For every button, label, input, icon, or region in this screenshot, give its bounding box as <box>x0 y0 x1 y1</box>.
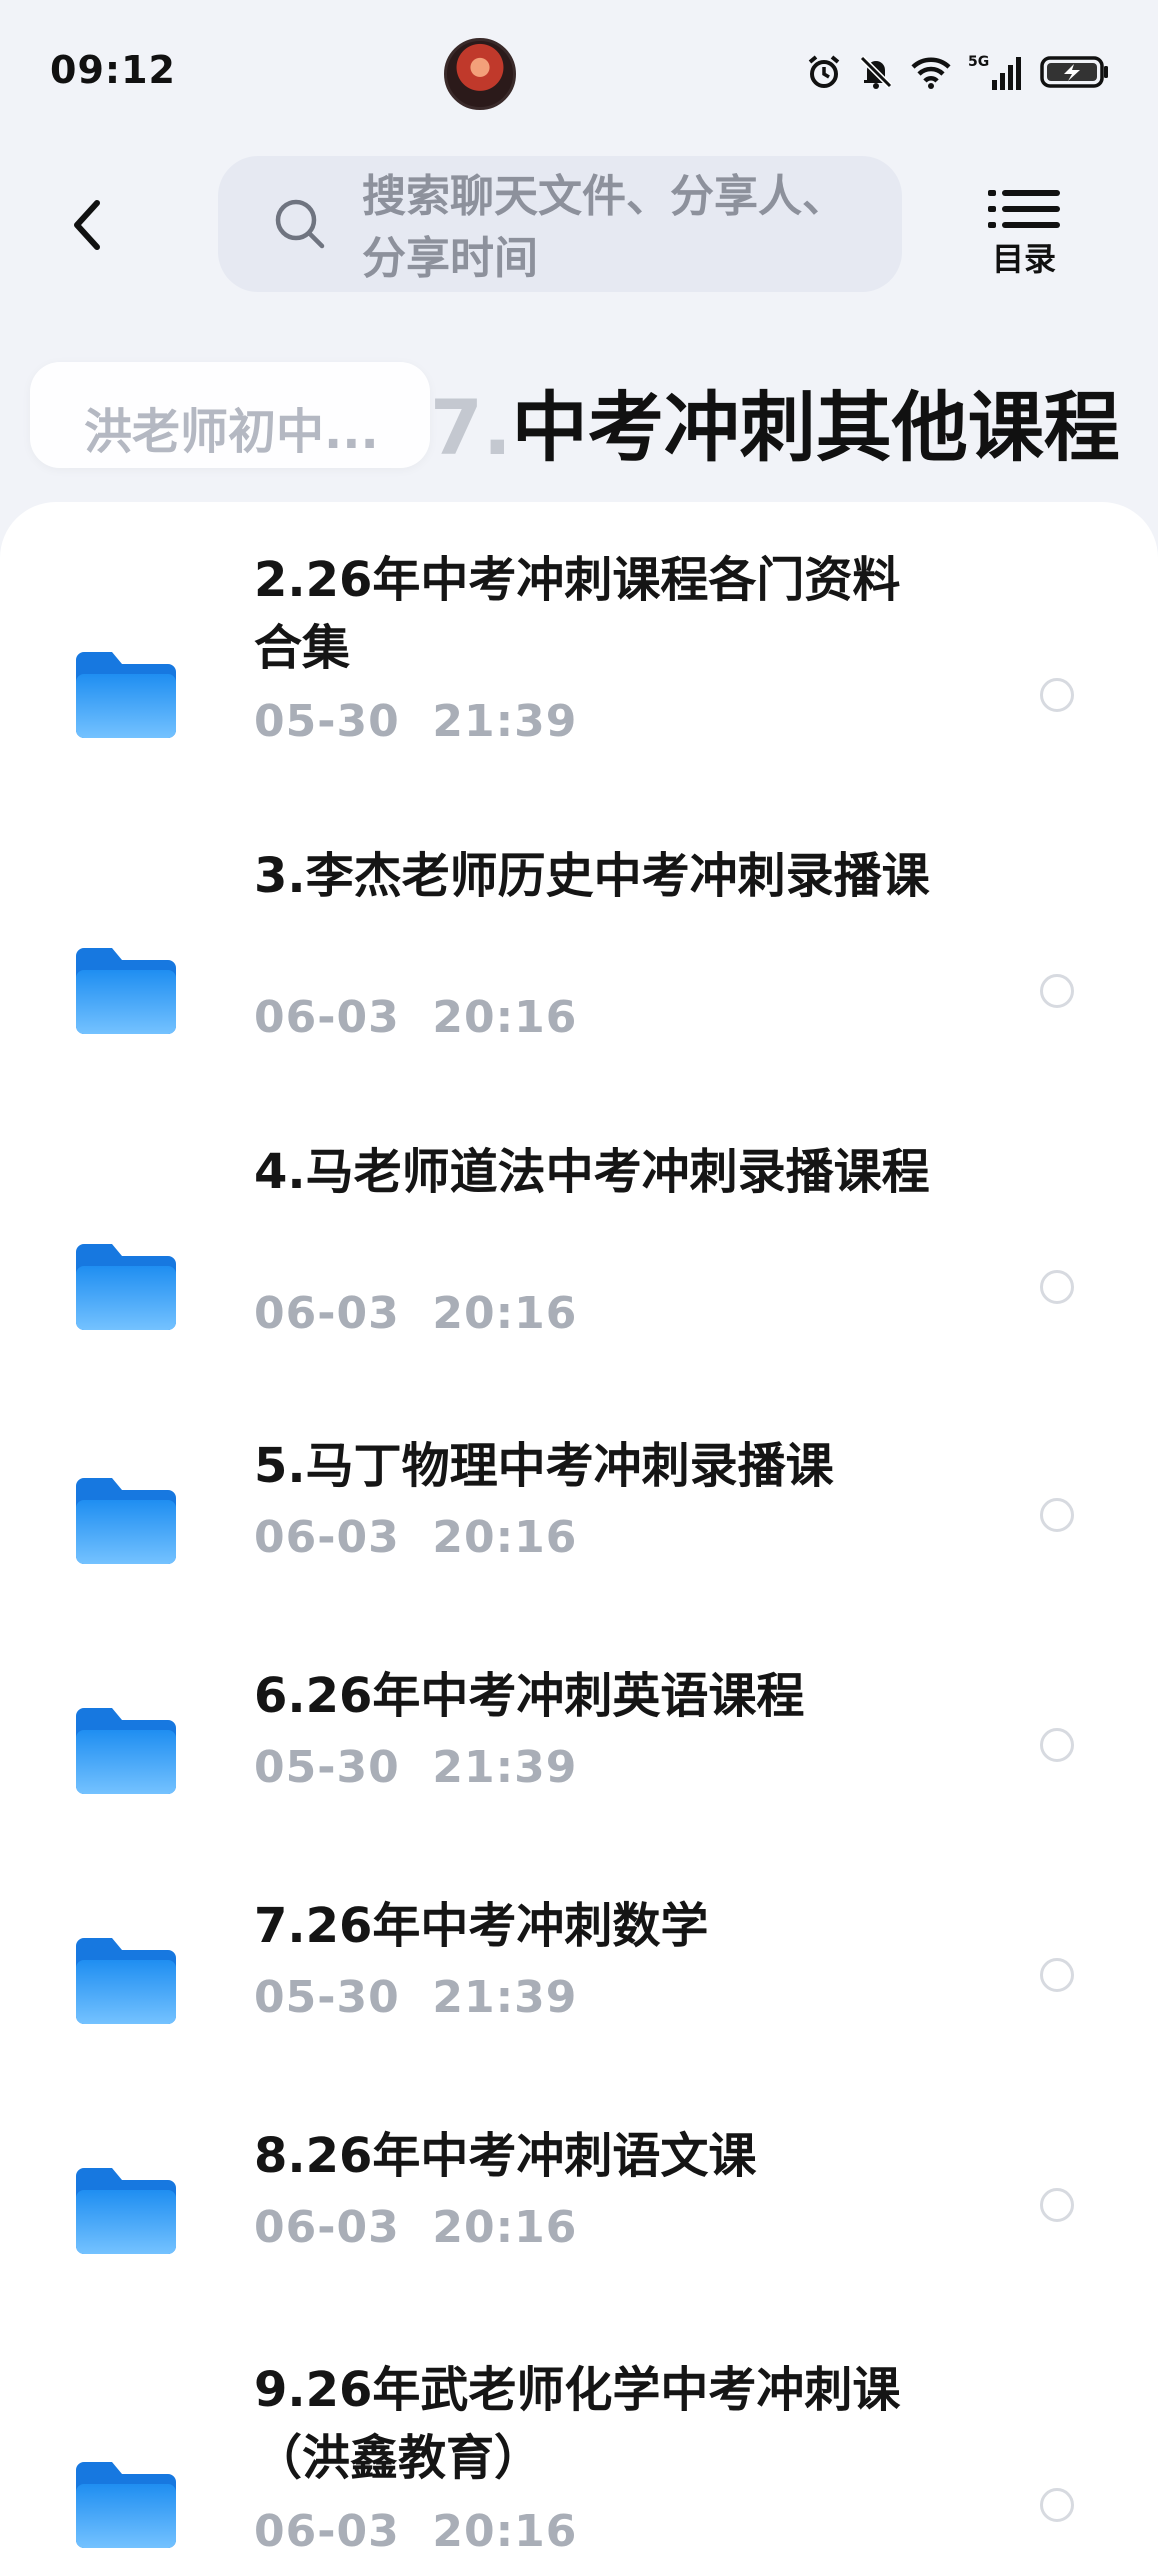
file-name: 6.26年中考冲刺英语课程 <box>254 1668 805 1724</box>
page-title: 7.中考冲刺其他课程 <box>430 366 1120 476</box>
select-radio[interactable] <box>1040 1958 1074 1992</box>
status-time: 09:12 <box>50 48 176 92</box>
list-item[interactable]: 8.26年中考冲刺语文课 06-03 20:16 <box>0 2122 1158 2302</box>
select-radio[interactable] <box>1040 1728 1074 1762</box>
search-placeholder-line1: 搜索聊天文件、分享人、 <box>362 171 846 222</box>
breadcrumb: 洪老师初中... 7.中考冲刺其他课程 <box>0 340 1158 500</box>
signal-5g-icon: 5G <box>968 52 1024 92</box>
wifi-icon <box>910 55 952 89</box>
folder-icon <box>76 1244 176 1330</box>
folder-icon <box>76 1938 176 2024</box>
list-item[interactable]: 3.李杰老师历史中考冲刺录播课 06-03 20:16 <box>0 842 1158 1092</box>
search-placeholder: 搜索聊天文件、分享人、 分享时间 <box>362 166 882 290</box>
status-bar: 09:12 5G <box>0 0 1158 150</box>
file-name: 2.26年中考冲刺课程各门资料合集 <box>254 552 901 676</box>
file-name: 9.26年武老师化学中考冲刺课（洪鑫教育） <box>254 2362 901 2486</box>
mute-icon <box>858 54 894 90</box>
chevron-left-icon <box>74 200 100 250</box>
breadcrumb-parent-label: 洪老师初中... <box>84 404 379 460</box>
list-item[interactable]: 2.26年中考冲刺课程各门资料合集 05-30 21:39 <box>0 546 1158 796</box>
avatar <box>444 38 516 110</box>
list-item[interactable]: 6.26年中考冲刺英语课程 05-30 21:39 <box>0 1662 1158 1842</box>
status-icons: 5G <box>806 52 1110 92</box>
select-radio[interactable] <box>1040 1270 1074 1304</box>
page-title-text: 中考冲刺其他课程 <box>511 383 1120 472</box>
file-date: 06-03 20:16 <box>254 1288 578 1339</box>
file-date: 06-03 20:16 <box>254 992 578 1043</box>
file-date: 06-03 20:16 <box>254 2202 578 2253</box>
select-radio[interactable] <box>1040 2488 1074 2522</box>
select-radio[interactable] <box>1040 678 1074 712</box>
file-date: 05-30 21:39 <box>254 1972 578 2023</box>
file-date: 05-30 21:39 <box>254 696 578 747</box>
file-name: 3.李杰老师历史中考冲刺录播课 <box>254 848 930 904</box>
file-date: 06-03 20:16 <box>254 2506 578 2557</box>
search-placeholder-line2: 分享时间 <box>362 233 538 284</box>
list-icon <box>988 190 1060 228</box>
network-label: 5G <box>968 54 989 70</box>
select-radio[interactable] <box>1040 1498 1074 1532</box>
search-input[interactable]: 搜索聊天文件、分享人、 分享时间 <box>218 156 902 292</box>
folder-icon <box>76 948 176 1034</box>
battery-charging-icon <box>1040 55 1110 89</box>
folder-icon <box>76 2168 176 2254</box>
folder-icon <box>76 1708 176 1794</box>
page-title-prefix: 7. <box>430 383 512 472</box>
list-item[interactable]: 4.马老师道法中考冲刺录播课程 06-03 20:16 <box>0 1138 1158 1388</box>
alarm-icon <box>806 54 842 90</box>
breadcrumb-parent[interactable]: 洪老师初中... <box>30 362 430 468</box>
select-radio[interactable] <box>1040 974 1074 1008</box>
file-name: 5.马丁物理中考冲刺录播课 <box>254 1438 834 1494</box>
list-item[interactable]: 9.26年武老师化学中考冲刺课（洪鑫教育） 06-03 20:16 <box>0 2356 1158 2560</box>
list-item[interactable]: 7.26年中考冲刺数学 05-30 21:39 <box>0 1892 1158 2072</box>
file-name: 7.26年中考冲刺数学 <box>254 1898 709 1954</box>
file-name: 8.26年中考冲刺语文课 <box>254 2128 757 2184</box>
folder-icon <box>76 2462 176 2548</box>
select-radio[interactable] <box>1040 2188 1074 2222</box>
file-date: 06-03 20:16 <box>254 1512 578 1563</box>
list-item[interactable]: 5.马丁物理中考冲刺录播课 06-03 20:16 <box>0 1432 1158 1612</box>
file-name: 4.马老师道法中考冲刺录播课程 <box>254 1144 930 1200</box>
folder-icon <box>76 1478 176 1564</box>
search-icon <box>275 199 325 249</box>
toc-button[interactable]: 目录 <box>978 186 1070 278</box>
toc-label: 目录 <box>991 240 1056 278</box>
back-button[interactable] <box>52 190 122 260</box>
folder-icon <box>76 652 176 738</box>
file-list: 2.26年中考冲刺课程各门资料合集 05-30 21:39 3.李杰老师历史中考… <box>0 502 1158 2560</box>
file-date: 05-30 21:39 <box>254 1742 578 1793</box>
file-browser-screen: 09:12 5G 搜索聊天文件、分享人、 分享时间 目录 洪老师初中... 7.… <box>0 0 1158 2560</box>
